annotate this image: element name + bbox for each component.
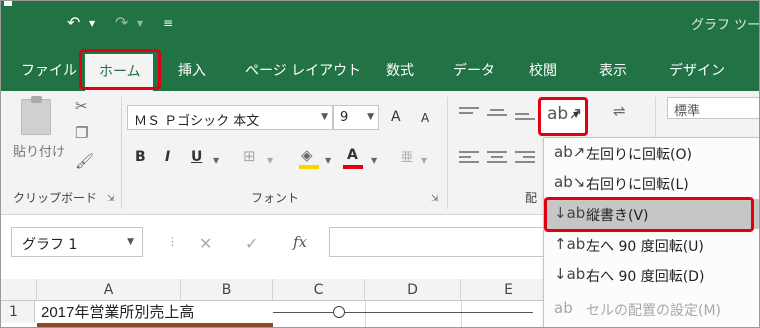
orientation-menu: ab↗ 左回りに回転(O) ab↘ 右回りに回転(L) ↓ab 縦書き(V) ↑… bbox=[543, 137, 759, 327]
insert-function-button[interactable]: fx bbox=[293, 233, 307, 251]
clipboard-group-label: クリップボード bbox=[13, 191, 98, 205]
rotate-down-icon: ↓ab bbox=[554, 265, 586, 283]
orientation-button[interactable]: ab↗ ▼ bbox=[538, 97, 588, 136]
tab-file[interactable]: ファイル bbox=[21, 60, 77, 80]
phonetic-icon[interactable]: 亜 bbox=[401, 149, 413, 165]
name-box-value: グラフ 1 bbox=[22, 237, 78, 253]
customize-qat-icon[interactable]: ≡ bbox=[163, 13, 173, 33]
redo-icon[interactable]: ↷ bbox=[115, 13, 128, 33]
font-name-combo[interactable]: ＭＳ Ｐゴシック 本文 ▼ bbox=[127, 105, 333, 130]
tab-insert[interactable]: 挿入 bbox=[178, 60, 206, 80]
number-format-value: 標準 bbox=[674, 104, 701, 119]
enter-icon[interactable]: ✓ bbox=[245, 234, 258, 253]
align-top-icon[interactable] bbox=[459, 107, 479, 121]
menu-item-label: 左回りに回転(O) bbox=[586, 147, 692, 163]
format-alignment-icon: ab bbox=[554, 299, 573, 317]
vertical-text-highlight bbox=[544, 197, 754, 232]
menu-item-label: 左へ 90 度回転(U) bbox=[586, 239, 704, 255]
tab-data[interactable]: データ bbox=[453, 60, 495, 80]
group-divider bbox=[121, 97, 122, 209]
rotate-cw-text-icon: ab↘ bbox=[554, 173, 586, 191]
align-right-icon[interactable] bbox=[515, 151, 535, 165]
select-all-corner[interactable] bbox=[1, 279, 37, 301]
column-header-a[interactable]: A bbox=[37, 279, 181, 301]
font-name-value: ＭＳ Ｐゴシック 本文 bbox=[134, 114, 260, 129]
fill-color-icon[interactable]: ◈ bbox=[301, 147, 313, 163]
menu-item-label: セルの配置の設定(M) bbox=[586, 303, 722, 319]
cut-icon[interactable]: ✂ bbox=[75, 98, 88, 114]
home-tab-highlight bbox=[79, 49, 161, 90]
phonetic-dropdown-icon[interactable]: ▼ bbox=[421, 153, 427, 169]
underline-button[interactable]: U bbox=[191, 149, 202, 165]
undo-dropdown-icon[interactable]: ▼ bbox=[89, 19, 95, 28]
gridline bbox=[365, 301, 366, 327]
cancel-icon[interactable]: ✕ bbox=[199, 234, 212, 253]
chart-title-bar bbox=[37, 323, 273, 327]
align-center-icon[interactable] bbox=[487, 151, 507, 165]
cell-a1[interactable]: 2017年営業所別売上高 bbox=[41, 301, 194, 322]
tab-design[interactable]: デザイン bbox=[669, 60, 725, 80]
name-box[interactable]: グラフ 1 ▼ bbox=[11, 227, 143, 257]
format-painter-icon[interactable]: 🖌 bbox=[75, 153, 94, 169]
fill-color-swatch bbox=[299, 165, 319, 169]
chart-frame-edge bbox=[273, 312, 533, 313]
font-group-label: フォント bbox=[251, 191, 300, 205]
underline-dropdown-icon[interactable]: ▼ bbox=[213, 153, 219, 169]
menu-item-label: 右へ 90 度回転(D) bbox=[586, 269, 705, 285]
column-header-d[interactable]: D bbox=[365, 279, 461, 301]
chevron-down-icon: ▼ bbox=[127, 237, 134, 247]
excel-window: ↶ ▼ ↷ ▼ ≡ グラフ ツール ファイル ホーム 挿入 ページ レイアウト … bbox=[0, 0, 760, 328]
font-color-button[interactable]: A bbox=[347, 147, 358, 163]
align-left-icon[interactable] bbox=[459, 151, 479, 165]
font-color-dropdown-icon[interactable]: ▼ bbox=[371, 153, 377, 169]
menu-item-rotate-ccw[interactable]: ab↗ 左回りに回転(O) bbox=[544, 138, 759, 168]
wrap-text-icon[interactable]: ⇌ bbox=[613, 103, 626, 119]
group-divider bbox=[447, 97, 448, 209]
fill-color-dropdown-icon[interactable]: ▼ bbox=[325, 153, 331, 169]
window-title: グラフ ツール bbox=[691, 18, 760, 33]
grow-font-button[interactable]: A bbox=[391, 109, 401, 125]
font-launcher-icon[interactable]: ⇲ bbox=[431, 191, 439, 207]
clipboard-launcher-icon[interactable]: ⇲ bbox=[107, 191, 115, 207]
chart-resize-handle[interactable] bbox=[333, 306, 345, 318]
chevron-down-icon: ▼ bbox=[573, 110, 580, 119]
align-bottom-icon[interactable] bbox=[515, 113, 535, 127]
font-size-value: 9 bbox=[340, 110, 349, 125]
menu-item-label: 右回りに回転(L) bbox=[586, 177, 689, 193]
column-header-b[interactable]: B bbox=[181, 279, 273, 301]
copy-icon[interactable]: ❐ bbox=[75, 125, 88, 141]
alignment-group-label: 配 bbox=[525, 191, 538, 205]
bold-button[interactable]: B bbox=[135, 149, 146, 165]
undo-icon[interactable]: ↶ bbox=[67, 13, 80, 33]
borders-dropdown-icon[interactable]: ▼ bbox=[267, 153, 273, 169]
menu-item-rotate-cw[interactable]: ab↘ 右回りに回転(L) bbox=[544, 168, 759, 198]
font-size-combo[interactable]: 9 ▼ bbox=[333, 105, 379, 130]
borders-icon[interactable]: ⊞ bbox=[243, 148, 256, 164]
tab-page-layout[interactable]: ページ レイアウト bbox=[245, 60, 361, 80]
paste-icon[interactable] bbox=[21, 96, 51, 135]
chevron-down-icon: ▼ bbox=[321, 112, 328, 122]
italic-button[interactable]: I bbox=[165, 149, 170, 165]
menu-item-rotate-up[interactable]: ↑ab 左へ 90 度回転(U) bbox=[544, 230, 759, 260]
shrink-font-button[interactable]: A bbox=[421, 111, 429, 125]
formula-bar-divider-icon: ⋮ bbox=[167, 235, 178, 248]
row-header-1[interactable]: 1 bbox=[1, 301, 35, 323]
number-format-combo[interactable]: 標準 bbox=[667, 97, 759, 119]
tab-view[interactable]: 表示 bbox=[599, 60, 627, 80]
tab-review[interactable]: 校閲 bbox=[529, 60, 557, 80]
formula-input[interactable] bbox=[329, 227, 559, 257]
redo-dropdown-icon[interactable]: ▼ bbox=[137, 19, 143, 28]
rotate-up-icon: ↑ab bbox=[554, 235, 586, 253]
font-color-swatch bbox=[343, 165, 363, 169]
tab-formulas[interactable]: 数式 bbox=[386, 60, 414, 80]
rotate-ccw-text-icon: ab↗ bbox=[554, 143, 586, 161]
chevron-down-icon: ▼ bbox=[367, 112, 374, 122]
align-middle-icon[interactable] bbox=[487, 109, 507, 123]
menu-item-format-alignment[interactable]: ab セルの配置の設定(M) bbox=[544, 294, 759, 324]
gridline bbox=[461, 301, 462, 327]
menu-item-rotate-down[interactable]: ↓ab 右へ 90 度回転(D) bbox=[544, 260, 759, 290]
column-header-c[interactable]: C bbox=[273, 279, 365, 301]
paste-button-label[interactable]: 貼り付け bbox=[13, 141, 65, 160]
